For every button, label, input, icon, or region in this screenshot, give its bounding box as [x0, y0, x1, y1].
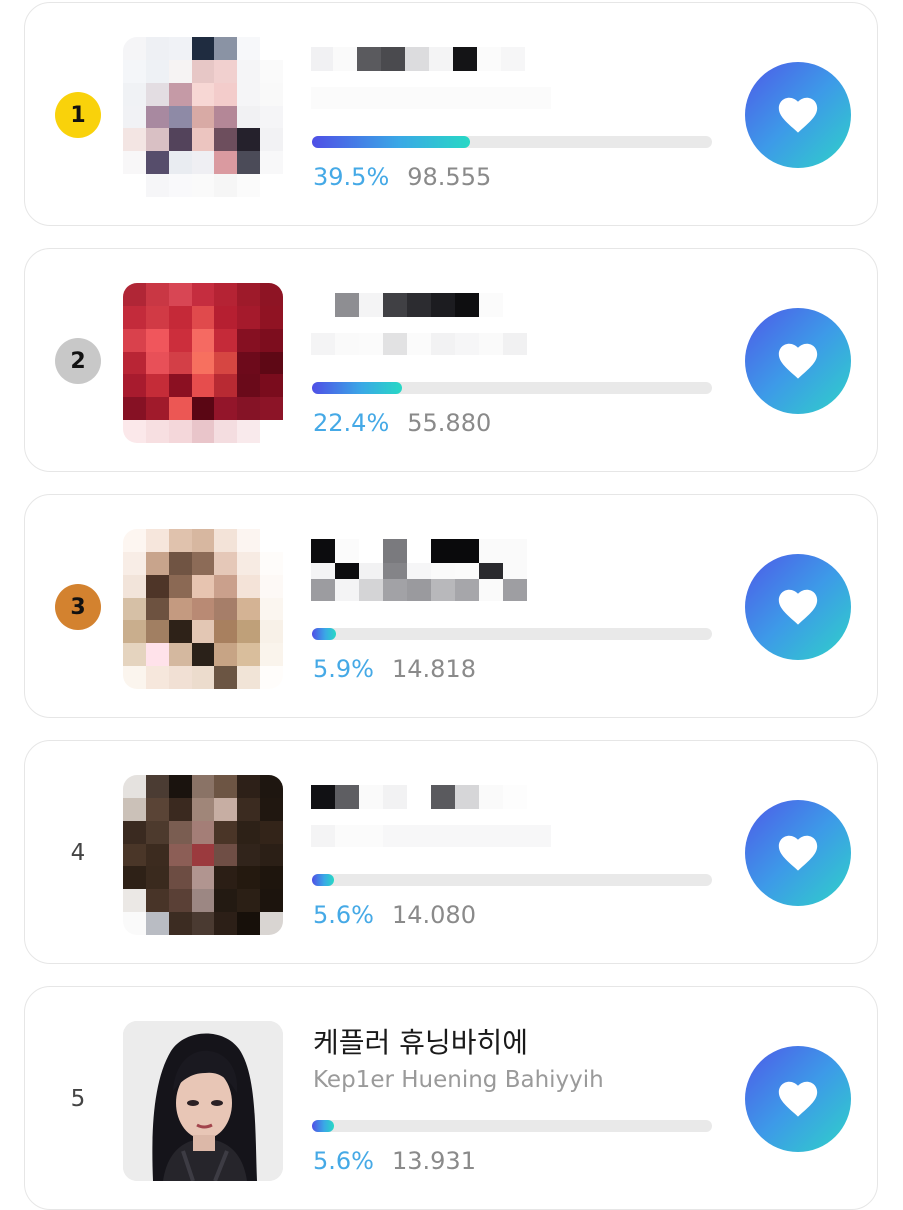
artist-subname-blurred: [311, 333, 551, 355]
vote-stats: 5.6% 13.931: [313, 1147, 476, 1175]
vote-count: 14.080: [391, 901, 476, 929]
artist-thumbnail: [123, 37, 283, 197]
ranking-card-2[interactable]: 2 22.4% 55.880: [24, 248, 878, 472]
vote-stats: 39.5% 98.555: [313, 163, 491, 191]
vote-percent: 39.5%: [313, 163, 390, 191]
vote-stats: 5.6% 14.080: [313, 901, 476, 929]
vote-progress-bar: [312, 1120, 712, 1132]
artist-name: 케플러 휴닝바히에: [313, 1026, 528, 1059]
vote-button[interactable]: [745, 308, 851, 414]
vote-progress-bar: [312, 628, 712, 640]
ranking-card-5[interactable]: 5 케플러 휴닝바히에 Kep1er Huening Bahiyyih 5.6%…: [24, 986, 878, 1210]
heart-icon: [778, 97, 818, 133]
rank-number: 5: [70, 1086, 86, 1112]
ranking-card-1[interactable]: 1 39.5% 98.555: [24, 2, 878, 226]
vote-progress-fill: [312, 874, 335, 886]
vote-stats: 5.9% 14.818: [313, 655, 476, 683]
artist-subname-blurred: [311, 579, 551, 601]
vote-progress-fill: [312, 628, 336, 640]
vote-progress-bar: [312, 382, 712, 394]
artist-name-blurred: [311, 47, 551, 71]
vote-count: 14.818: [391, 655, 476, 683]
vote-progress-fill: [312, 382, 402, 394]
ranking-card-4[interactable]: 4 5.6% 14.080: [24, 740, 878, 964]
vote-button[interactable]: [745, 800, 851, 906]
vote-button[interactable]: [745, 1046, 851, 1152]
vote-button[interactable]: [745, 62, 851, 168]
vote-count: 98.555: [407, 163, 492, 191]
vote-percent: 5.6%: [313, 901, 374, 929]
artist-photo: [123, 1021, 283, 1181]
artist-subname-blurred: [311, 87, 551, 109]
vote-stats: 22.4% 55.880: [313, 409, 491, 437]
vote-progress-bar: [312, 136, 712, 148]
artist-subname: Kep1er Huening Bahiyyih: [313, 1067, 604, 1093]
artist-thumbnail: [123, 529, 283, 689]
heart-icon: [778, 1081, 818, 1117]
vote-count: 55.880: [407, 409, 492, 437]
heart-icon: [778, 589, 818, 625]
artist-subname-blurred: [311, 825, 551, 847]
vote-button[interactable]: [745, 554, 851, 660]
vote-progress-bar: [312, 874, 712, 886]
vote-percent: 5.9%: [313, 655, 374, 683]
artist-thumbnail: [123, 775, 283, 935]
rank-badge: 2: [55, 338, 101, 384]
vote-percent: 22.4%: [313, 409, 390, 437]
vote-progress-fill: [312, 136, 470, 148]
artist-thumbnail: [123, 283, 283, 443]
artist-name-blurred: [311, 785, 551, 809]
rank-badge: 3: [55, 584, 101, 630]
ranking-card-3[interactable]: 3 5.9% 14.818: [24, 494, 878, 718]
vote-percent: 5.6%: [313, 1147, 374, 1175]
rank-number: 4: [70, 840, 86, 866]
heart-icon: [778, 343, 818, 379]
artist-name-blurred: [311, 293, 551, 317]
heart-icon: [778, 835, 818, 871]
vote-progress-fill: [312, 1120, 335, 1132]
vote-count: 13.931: [391, 1147, 476, 1175]
artist-portrait: [123, 1021, 283, 1181]
rank-badge: 1: [55, 92, 101, 138]
